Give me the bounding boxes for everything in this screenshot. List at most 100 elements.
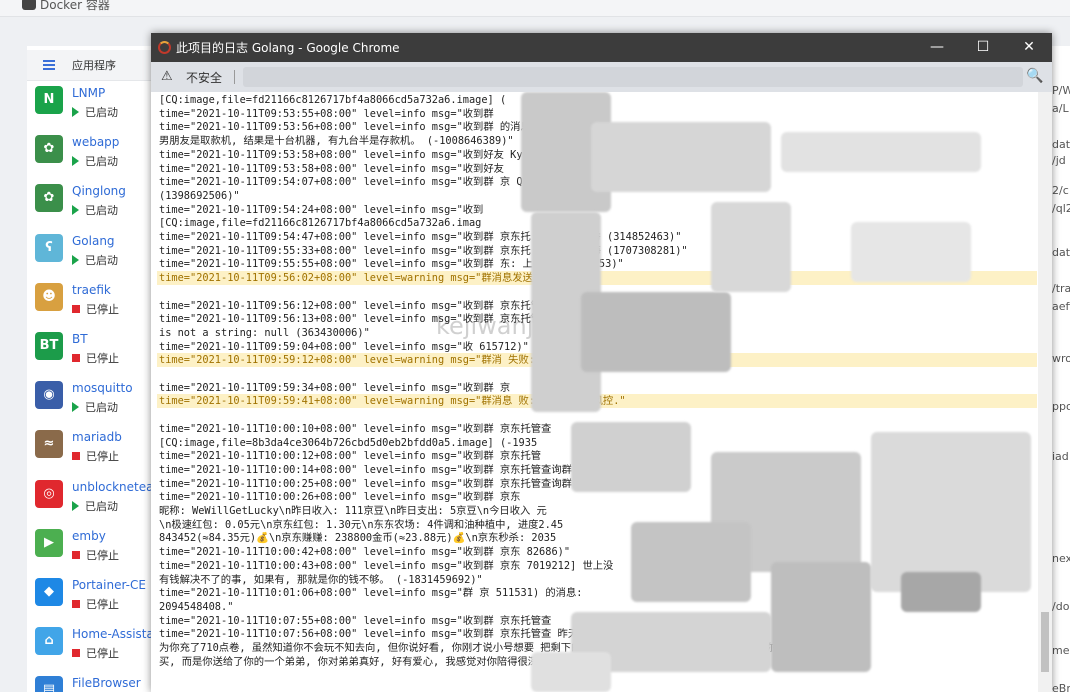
privacy-mosaic [901,572,981,612]
app-icon: ▤ [35,676,63,692]
app-icon: ⌂ [35,627,63,656]
app-item[interactable]: ◎ unblocknetease 已启动 [27,478,155,524]
maximize-button[interactable]: ☐ [960,33,1006,62]
app-name[interactable]: FileBrowser [72,676,141,690]
app-name[interactable]: webapp [72,135,119,149]
right-fragment: me [1052,644,1070,657]
privacy-mosaic [771,562,871,672]
privacy-mosaic [571,422,691,492]
app-item[interactable]: ◆ Portainer-CE 已停止 [27,576,155,622]
app-icon: ▶ [35,528,63,557]
app-item[interactable]: ✿ Qinglong 已启动 [27,182,155,228]
app-name[interactable]: Golang [72,234,115,248]
app-icon: ✿ [35,184,63,213]
right-fragment: iad [1052,450,1069,463]
app-icon: ≈ [35,430,63,459]
address-bar[interactable]: ⚠ 不安全 🔍 [151,62,1052,92]
privacy-mosaic [851,222,971,282]
app-item[interactable]: ☻ traefik 已停止 [27,281,155,327]
app-sidebar: 应用程序 N LNMP 已启动 ✿ webapp 已启动 ✿ Qinglong 已启动 ʕ Gola… [27,46,156,692]
app-icon: ◎ [35,479,63,508]
minimize-button[interactable]: — [914,33,960,62]
privacy-mosaic [581,292,731,372]
app-name[interactable]: LNMP [72,86,105,100]
app-status: 已停止 [72,547,119,563]
app-name[interactable]: mariadb [72,430,122,444]
window-title-bar[interactable]: 此项目的日志 Golang - Google Chrome — ☐ ✕ [151,33,1052,62]
right-fragment: /doc [1052,600,1070,613]
url-field[interactable] [243,67,1023,87]
right-fragment: wro [1052,352,1070,365]
app-item[interactable]: ◉ mosquitto 已启动 [27,379,155,425]
right-fragment: /ql2 [1052,202,1070,215]
app-name[interactable]: unblocknetease [72,480,155,494]
privacy-mosaic [781,132,981,172]
app-name[interactable]: mosquitto [72,381,133,395]
right-fragment: dat [1052,246,1070,259]
log-content: kejiwanjia.com [CQ:image,file=fd21166c81… [151,92,1038,692]
chrome-log-window: 此项目的日志 Golang - Google Chrome — ☐ ✕ ⚠ 不安… [151,33,1052,692]
address-separator [234,70,235,84]
app-item[interactable]: ▤ FileBrowser [27,674,155,692]
right-fragment: aefi [1052,300,1070,313]
zoom-icon[interactable]: 🔍 [1026,68,1043,84]
app-status: 已启动 [72,399,118,415]
right-column-fragments: P/W a/L dat/jd 2/c/ql2 dat/tra aefi wro ppo iad n… [1052,46,1070,692]
app-status: 已启动 [72,202,118,218]
app-status: 已停止 [72,350,119,366]
app-icon: ʕ [35,233,63,262]
chrome-icon [158,41,171,54]
app-item[interactable]: N LNMP 已启动 [27,84,155,130]
app-icon: BT [35,332,63,360]
app-name[interactable]: BT [72,332,88,346]
right-fragment: dat [1052,138,1070,151]
sidebar-header-label: 应用程序 [72,59,116,72]
app-item[interactable]: ≈ mariadb 已停止 [27,428,155,474]
app-status: 已启动 [72,104,118,120]
app-status: 已停止 [72,448,119,464]
scrollbar[interactable] [1038,92,1052,692]
privacy-mosaic [711,202,791,292]
privacy-mosaic [531,652,611,692]
right-fragment: 2/c [1052,184,1069,197]
app-name[interactable]: Home-Assistant [72,627,155,641]
app-status: 已停止 [72,645,119,661]
right-fragment: eBro [1052,682,1070,692]
scrollbar-thumb[interactable] [1041,612,1049,672]
right-fragment: P/W [1052,84,1070,97]
sidebar-header[interactable]: 应用程序 [27,50,155,81]
app-item[interactable]: ▶ emby 已停止 [27,527,155,573]
app-icon: ◉ [35,381,63,410]
right-fragment: a/L [1052,102,1069,115]
window-title: 此项目的日志 Golang - Google Chrome [176,41,400,55]
app-name[interactable]: Qinglong [72,184,126,198]
app-item[interactable]: BT BT 已停止 [27,330,155,376]
app-status: 已停止 [72,596,119,612]
app-name[interactable]: traefik [72,283,111,297]
app-name[interactable]: emby [72,529,106,543]
privacy-mosaic [631,522,751,602]
docker-title-bar: Docker 容器 [0,0,1070,17]
right-fragment: /jd [1052,154,1066,167]
app-status: 已启动 [72,498,118,514]
app-item[interactable]: ʕ Golang 已启动 [27,232,155,278]
app-item[interactable]: ⌂ Home-Assistant 已停止 [27,625,155,671]
list-icon [43,60,55,70]
privacy-mosaic [871,432,1031,592]
not-secure-label: 不安全 [186,71,223,85]
right-fragment: ppo [1052,400,1070,413]
app-icon: N [35,86,63,114]
app-icon: ☻ [35,282,63,311]
docker-logo-icon [22,0,36,10]
app-item[interactable]: ✿ webapp 已启动 [27,133,155,179]
close-button[interactable]: ✕ [1006,33,1052,62]
app-status: 已启动 [72,153,118,169]
app-status: 已启动 [72,252,118,268]
privacy-mosaic [591,122,771,192]
right-fragment: /tra [1052,282,1070,295]
app-name[interactable]: Portainer-CE [72,578,146,592]
app-icon: ◆ [35,578,63,606]
docker-title: Docker 容器 [40,0,110,12]
warning-icon: ⚠ [161,69,173,84]
app-icon: ✿ [35,135,63,164]
